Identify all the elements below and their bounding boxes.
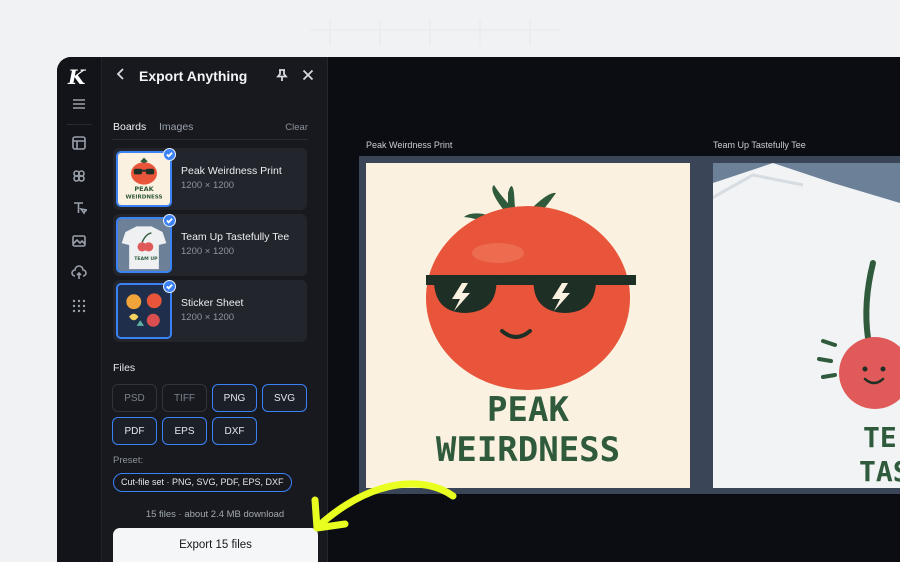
board-item-team-up-tee[interactable]: TEAM UP Team Up Tastefully Tee 1200 × 12… <box>113 214 307 276</box>
svg-text:TEAM UP: TEAM UP <box>134 256 158 262</box>
board-name: Team Up Tastefully Tee <box>181 231 290 243</box>
upload-icon[interactable] <box>70 264 88 282</box>
close-button[interactable] <box>301 68 317 84</box>
art1-text-line1: PEAK <box>487 390 569 430</box>
image-icon[interactable] <box>70 232 88 250</box>
board-name: Peak Weirdness Print <box>181 165 282 177</box>
menu-icon[interactable] <box>70 95 88 113</box>
art2-text-line1: TE <box>863 421 897 454</box>
format-toggle-svg[interactable]: SVG <box>262 384 307 412</box>
tab-images[interactable]: Images <box>159 121 193 133</box>
rail-divider <box>67 124 92 125</box>
panel-title: Export Anything <box>139 68 248 84</box>
close-icon <box>302 69 314 81</box>
svg-text:WEIRDNESS: WEIRDNESS <box>125 195 162 201</box>
preset-chip[interactable]: Cut-file set · PNG, SVG, PDF, EPS, DXF <box>113 473 292 492</box>
layout-icon[interactable] <box>70 134 88 152</box>
tool-rail: K <box>57 57 102 562</box>
art2-text-line2: TAS <box>859 455 900 488</box>
apps-grid-icon[interactable] <box>70 297 88 315</box>
format-toggle-pdf[interactable]: PDF <box>112 417 157 445</box>
board-item-peak-weirdness[interactable]: PEAK WEIRDNESS Peak Weirdness Print 1200… <box>113 148 307 210</box>
board-dimensions: 1200 × 1200 <box>181 180 235 191</box>
tshirt-mockup: TE TAS <box>713 163 900 488</box>
svg-text:PEAK: PEAK <box>134 185 154 193</box>
back-button[interactable] <box>114 67 130 85</box>
artboard-label-peak-weirdness[interactable]: Peak Weirdness Print <box>366 140 452 150</box>
artboard-label-team-up-tee[interactable]: Team Up Tastefully Tee <box>713 140 806 150</box>
preset-label: Preset: <box>113 455 144 466</box>
elements-icon[interactable] <box>70 167 88 185</box>
format-toggle-eps[interactable]: EPS <box>162 417 207 445</box>
board-dimensions: 1200 × 1200 <box>181 312 235 323</box>
format-toggle-dxf[interactable]: DXF <box>212 417 257 445</box>
format-toggle-png[interactable]: PNG <box>212 384 257 412</box>
files-label: Files <box>113 362 136 374</box>
export-button[interactable]: Export 15 files <box>113 528 318 562</box>
board-dimensions: 1200 × 1200 <box>181 246 235 257</box>
board-name: Sticker Sheet <box>181 297 244 309</box>
tab-boards[interactable]: Boards <box>113 121 146 133</box>
pin-icon <box>276 69 288 81</box>
board-thumbnail: TEAM UP <box>116 217 172 273</box>
artboard-peak-weirdness[interactable]: PEAK WEIRDNESS <box>366 163 690 488</box>
pin-button[interactable] <box>275 68 291 84</box>
chevron-left-icon <box>116 68 124 80</box>
format-toggle-tiff[interactable]: TIFF <box>162 384 207 412</box>
app-window: K Export Anything Boards Images Clear PE… <box>57 57 900 562</box>
board-thumbnail <box>116 283 172 339</box>
background-pattern <box>310 20 560 45</box>
board-item-sticker-sheet[interactable]: Sticker Sheet 1200 × 1200 <box>113 280 307 342</box>
board-thumbnail: PEAK WEIRDNESS <box>116 151 172 207</box>
art1-text-line2: WEIRDNESS <box>436 430 620 470</box>
clear-button[interactable]: Clear <box>285 122 308 133</box>
text-tool-icon[interactable] <box>70 199 88 217</box>
source-tabs: Boards Images Clear <box>112 118 308 140</box>
app-logo: K <box>68 65 86 89</box>
selected-check-icon <box>163 280 176 293</box>
export-panel: Export Anything Boards Images Clear PEAK… <box>102 57 328 562</box>
selected-check-icon <box>163 214 176 227</box>
tomato-illustration: PEAK WEIRDNESS <box>426 185 636 470</box>
annotation-arrow-icon <box>311 480 457 532</box>
panel-header: Export Anything <box>102 57 328 97</box>
export-summary: 15 files · about 2.4 MB download <box>145 509 285 520</box>
selected-check-icon <box>163 148 176 161</box>
artboard-team-up-tee[interactable]: TE TAS <box>713 163 900 488</box>
format-toggle-psd[interactable]: PSD <box>112 384 157 412</box>
